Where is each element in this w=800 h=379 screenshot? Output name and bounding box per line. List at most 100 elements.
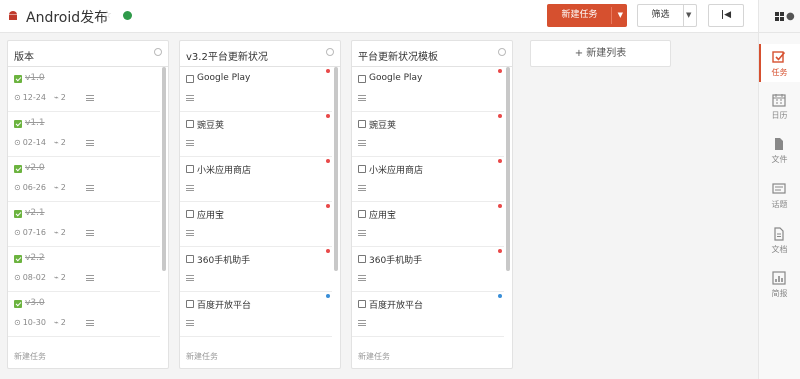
column-scrollbar[interactable] bbox=[334, 67, 338, 271]
task-card[interactable]: v2.1 ⊙ 07-16 ⌁ 2 bbox=[8, 202, 160, 247]
description-icon bbox=[86, 140, 94, 146]
sidebar-item-4[interactable]: 文档 bbox=[759, 221, 800, 259]
add-list-button[interactable]: + 新建列表 bbox=[530, 40, 671, 67]
task-meta: ⊙ 12-24 ⌁ 2 bbox=[14, 93, 74, 102]
star-icon[interactable]: ☆ bbox=[102, 8, 112, 21]
right-sidebar: 任务日历文件话题文档简报 bbox=[758, 0, 800, 379]
task-name: 小米应用商店 bbox=[369, 166, 424, 176]
task-meta: ⊙ 08-02 ⌁ 2 bbox=[14, 273, 74, 282]
column-menu-icon[interactable] bbox=[154, 48, 162, 56]
description-icon bbox=[86, 185, 94, 191]
task-card[interactable]: v1.0 ⊙ 12-24 ⌁ 2 bbox=[8, 67, 160, 112]
column-header: v3.2平台更新状况 bbox=[180, 41, 340, 67]
report-icon bbox=[772, 271, 786, 285]
task-checkbox[interactable] bbox=[186, 300, 194, 308]
priority-dot bbox=[326, 294, 330, 298]
priority-dot bbox=[498, 159, 502, 163]
task-checkbox[interactable] bbox=[14, 210, 22, 218]
chevron-down-icon[interactable]: ▼ bbox=[686, 11, 691, 19]
new-task-link[interactable]: 新建任务 bbox=[14, 351, 46, 362]
task-checkbox[interactable] bbox=[186, 165, 194, 173]
task-checkbox[interactable] bbox=[186, 120, 194, 128]
column-title[interactable]: v3.2平台更新状况 bbox=[186, 48, 268, 63]
task-card[interactable]: v1.1 ⊙ 02-14 ⌁ 2 bbox=[8, 112, 160, 157]
project-title[interactable]: Android发布 bbox=[26, 7, 108, 27]
task-card[interactable]: 豌豆荚 bbox=[180, 112, 332, 157]
task-card[interactable]: 360手机助手 bbox=[180, 247, 332, 292]
task-checkbox[interactable] bbox=[14, 300, 22, 308]
task-card[interactable]: 豌豆荚 bbox=[352, 112, 504, 157]
task-checkbox[interactable] bbox=[14, 165, 22, 173]
task-checkbox[interactable] bbox=[358, 75, 366, 83]
sidebar-item-2[interactable]: 文件 bbox=[759, 131, 800, 169]
attachment-icon: ⌁ bbox=[53, 273, 59, 282]
new-task-link[interactable]: 新建任务 bbox=[186, 351, 218, 362]
task-card[interactable]: 应用宝 bbox=[180, 202, 332, 247]
task-card[interactable]: 360手机助手 bbox=[352, 247, 504, 292]
column-scrollbar[interactable] bbox=[162, 67, 166, 271]
clock-icon: ⊙ bbox=[14, 138, 21, 147]
attachment-count: 2 bbox=[60, 318, 66, 327]
task-card[interactable]: v2.2 ⊙ 08-02 ⌁ 2 bbox=[8, 247, 160, 292]
description-icon bbox=[358, 320, 366, 326]
task-card[interactable]: v3.0 ⊙ 10-30 ⌁ 2 bbox=[8, 292, 160, 337]
task-card[interactable]: Google Play bbox=[180, 67, 332, 112]
sidebar-item-5[interactable]: 简报 bbox=[759, 265, 800, 303]
task-meta: ⊙ 02-14 ⌁ 2 bbox=[14, 138, 74, 147]
column-menu-icon[interactable] bbox=[326, 48, 334, 56]
grid-icon[interactable] bbox=[775, 12, 784, 21]
task-card[interactable]: Google Play bbox=[352, 67, 504, 112]
new-task-link[interactable]: 新建任务 bbox=[358, 351, 390, 362]
priority-dot bbox=[498, 204, 502, 208]
task-card[interactable]: 百度开放平台 bbox=[352, 292, 504, 337]
task-checkbox[interactable] bbox=[14, 75, 22, 83]
task-card[interactable]: 小米应用商店 bbox=[352, 157, 504, 202]
sidebar-item-1[interactable]: 日历 bbox=[759, 87, 800, 125]
column-menu-icon[interactable] bbox=[498, 48, 506, 56]
attachment-icon: ⌁ bbox=[53, 228, 59, 237]
calendar-icon bbox=[772, 93, 786, 107]
task-card[interactable]: 小米应用商店 bbox=[180, 157, 332, 202]
task-card[interactable]: 应用宝 bbox=[352, 202, 504, 247]
column-header: 平台更新状况模板 bbox=[352, 41, 512, 67]
task-checkbox[interactable] bbox=[186, 210, 194, 218]
column-title[interactable]: 平台更新状况模板 bbox=[358, 48, 438, 63]
task-name: 豌豆荚 bbox=[369, 121, 397, 131]
skip-first-icon: |◀ bbox=[720, 10, 732, 20]
android-logo-icon bbox=[9, 11, 17, 20]
task-checkbox[interactable] bbox=[358, 255, 366, 263]
attachment-icon: ⌁ bbox=[53, 138, 59, 147]
filter-button[interactable]: 筛选 ▼ bbox=[637, 4, 697, 27]
task-checkbox[interactable] bbox=[358, 165, 366, 173]
task-due-date: 10-30 bbox=[22, 318, 46, 327]
sidebar-item-0[interactable]: 任务 bbox=[759, 44, 800, 82]
user-icon[interactable]: ● bbox=[786, 11, 795, 22]
task-name: 豌豆荚 bbox=[197, 121, 225, 131]
column-title[interactable]: 版本 bbox=[14, 48, 34, 63]
column-scrollbar[interactable] bbox=[506, 67, 510, 271]
task-checkbox[interactable] bbox=[14, 255, 22, 263]
board: 版本 v1.0 ⊙ 12-24 ⌁ 2 v1.1 ⊙ 02-14 ⌁ 2 v2.0 ⊙ 06-26 ⌁ 2 v2… bbox=[0, 33, 758, 379]
task-checkbox[interactable] bbox=[14, 120, 22, 128]
description-icon bbox=[358, 230, 366, 236]
globe-icon[interactable] bbox=[123, 11, 132, 20]
card-list: v1.0 ⊙ 12-24 ⌁ 2 v1.1 ⊙ 02-14 ⌁ 2 v2.0 ⊙ 06-26 ⌁ 2 v2.1… bbox=[8, 67, 160, 341]
task-checkbox[interactable] bbox=[358, 120, 366, 128]
task-name: 百度开放平台 bbox=[197, 301, 252, 311]
priority-dot bbox=[326, 159, 330, 163]
priority-dot bbox=[326, 249, 330, 253]
document-icon bbox=[772, 227, 786, 241]
chevron-down-icon[interactable]: ▼ bbox=[618, 4, 623, 27]
task-checkbox[interactable] bbox=[186, 75, 194, 83]
task-checkbox[interactable] bbox=[358, 300, 366, 308]
button-separator bbox=[683, 5, 684, 26]
task-card[interactable]: v2.0 ⊙ 06-26 ⌁ 2 bbox=[8, 157, 160, 202]
task-card[interactable]: 百度开放平台 bbox=[180, 292, 332, 337]
go-first-button[interactable]: |◀ bbox=[708, 4, 744, 27]
new-task-button[interactable]: 新建任务 ▼ bbox=[547, 4, 627, 27]
task-checkbox[interactable] bbox=[358, 210, 366, 218]
task-checkbox[interactable] bbox=[186, 255, 194, 263]
description-icon bbox=[358, 275, 366, 281]
sidebar-item-3[interactable]: 话题 bbox=[759, 176, 800, 214]
task-name: 360手机助手 bbox=[197, 256, 251, 266]
